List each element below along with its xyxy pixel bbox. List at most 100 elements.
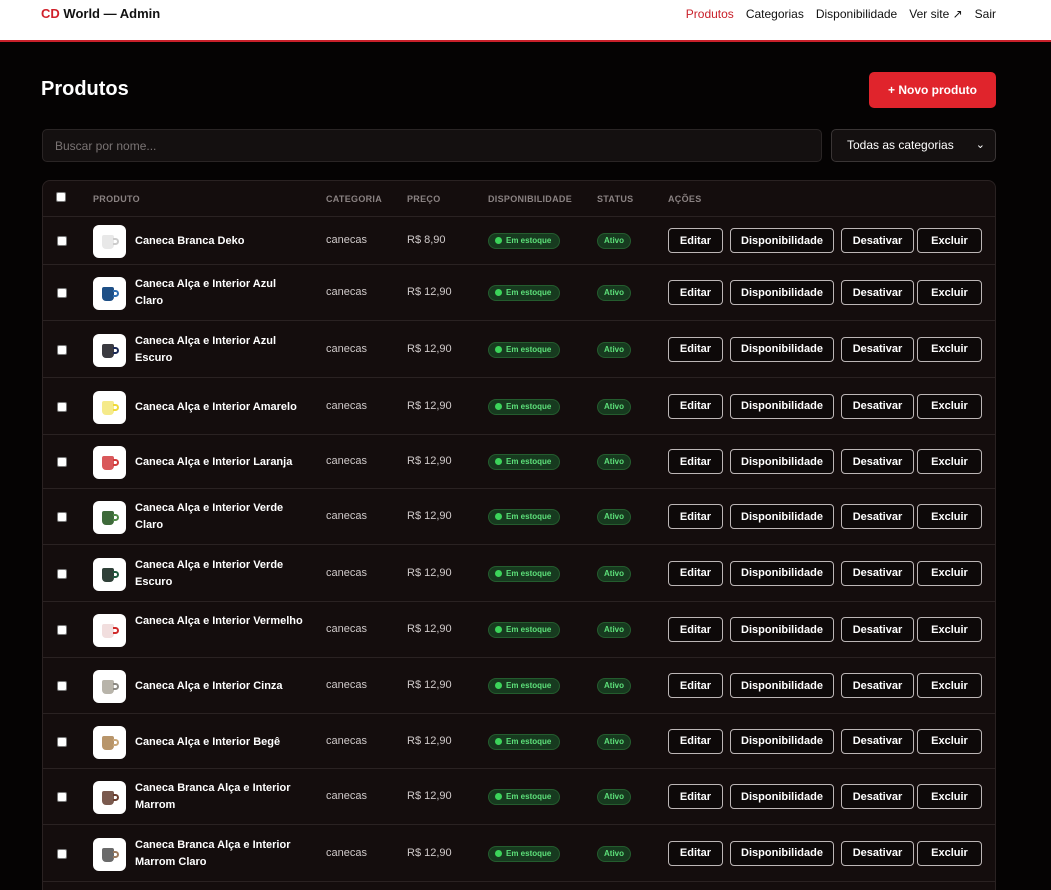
row-checkbox[interactable] bbox=[57, 457, 67, 467]
edit-button[interactable]: Editar bbox=[668, 673, 723, 698]
delete-button[interactable]: Excluir bbox=[917, 504, 982, 529]
nav-categorias[interactable]: Categorias bbox=[746, 7, 804, 21]
edit-button[interactable]: Editar bbox=[668, 617, 723, 642]
nav-ver-site[interactable]: Ver site ↗ bbox=[909, 7, 962, 21]
product-name[interactable]: Caneca Alça e Interior Vermelho bbox=[135, 613, 305, 630]
row-checkbox[interactable] bbox=[57, 625, 67, 635]
status-dot-icon bbox=[495, 345, 502, 353]
status-dot-icon bbox=[495, 626, 502, 633]
edit-button[interactable]: Editar bbox=[668, 280, 723, 305]
edit-button[interactable]: Editar bbox=[668, 393, 723, 419]
deactivate-button[interactable]: Desativar bbox=[841, 280, 914, 305]
status-badge: Ativo bbox=[597, 678, 631, 694]
status-badge: Ativo bbox=[597, 789, 631, 805]
delete-button[interactable]: Excluir bbox=[917, 393, 982, 419]
mug-handle-icon bbox=[113, 738, 119, 746]
deactivate-button[interactable]: Desativar bbox=[841, 449, 914, 474]
delete-button[interactable]: Excluir bbox=[917, 840, 982, 866]
product-name[interactable]: Caneca Alça e Interior Azul Escuro bbox=[135, 333, 305, 367]
category-select[interactable]: Todas as categorias ⌄ bbox=[831, 129, 996, 162]
availability-badge: Em estoque bbox=[488, 233, 561, 249]
deactivate-button[interactable]: Desativar bbox=[841, 560, 914, 586]
edit-button[interactable]: Editar bbox=[668, 449, 723, 474]
product-price: R$ 12,90 bbox=[407, 342, 452, 355]
product-name[interactable]: Caneca Alça e Interior Amarelo bbox=[135, 399, 305, 416]
search-input[interactable] bbox=[42, 129, 822, 162]
product-name[interactable]: Caneca Alça e Interior Begê bbox=[135, 734, 305, 751]
nav-disponibilidade[interactable]: Disponibilidade bbox=[816, 7, 897, 21]
availability-button[interactable]: Disponibilidade bbox=[730, 336, 834, 362]
deactivate-button[interactable]: Desativar bbox=[841, 393, 914, 419]
deactivate-button[interactable]: Desativar bbox=[841, 840, 914, 866]
deactivate-button[interactable]: Desativar bbox=[841, 504, 914, 529]
nav-sair[interactable]: Sair bbox=[975, 7, 996, 21]
availability-button[interactable]: Disponibilidade bbox=[730, 673, 834, 698]
main-nav: Produtos Categorias Disponibilidade Ver … bbox=[686, 7, 996, 21]
delete-button[interactable]: Excluir bbox=[917, 336, 982, 362]
row-checkbox[interactable] bbox=[57, 848, 67, 859]
deactivate-button[interactable]: Desativar bbox=[841, 228, 914, 253]
delete-button[interactable]: Excluir bbox=[917, 560, 982, 586]
delete-button[interactable]: Excluir bbox=[917, 280, 982, 305]
edit-button[interactable]: Editar bbox=[668, 728, 723, 754]
delete-button[interactable]: Excluir bbox=[917, 784, 982, 809]
status-dot-icon bbox=[495, 513, 502, 520]
availability-button[interactable]: Disponibilidade bbox=[730, 504, 834, 529]
availability-button[interactable]: Disponibilidade bbox=[730, 280, 834, 305]
row-checkbox[interactable] bbox=[57, 344, 67, 355]
product-category: canecas bbox=[326, 455, 367, 467]
edit-button[interactable]: Editar bbox=[668, 784, 723, 809]
status-badge: Ativo bbox=[597, 565, 631, 582]
row-checkbox[interactable] bbox=[57, 512, 67, 522]
select-all-checkbox[interactable] bbox=[56, 192, 66, 202]
product-name[interactable]: Caneca Alça e Interior Azul Claro bbox=[135, 276, 305, 310]
availability-button[interactable]: Disponibilidade bbox=[730, 393, 834, 419]
delete-button[interactable]: Excluir bbox=[917, 449, 982, 474]
edit-button[interactable]: Editar bbox=[668, 228, 723, 253]
product-name[interactable]: Caneca Alça e Interior Verde Claro bbox=[135, 500, 305, 534]
product-thumbnail bbox=[93, 670, 126, 703]
nav-produtos[interactable]: Produtos bbox=[686, 7, 734, 21]
edit-button[interactable]: Editar bbox=[668, 840, 723, 866]
row-checkbox[interactable] bbox=[57, 401, 67, 412]
availability-button[interactable]: Disponibilidade bbox=[730, 228, 834, 253]
availability-badge: Em estoque bbox=[488, 622, 561, 638]
row-checkbox[interactable] bbox=[57, 568, 67, 579]
product-name[interactable]: Caneca Branca Alça e Interior Marrom Cla… bbox=[135, 837, 305, 871]
row-checkbox[interactable] bbox=[57, 236, 67, 246]
availability-badge: Em estoque bbox=[488, 509, 561, 525]
edit-button[interactable]: Editar bbox=[668, 504, 723, 529]
deactivate-button[interactable]: Desativar bbox=[841, 617, 914, 642]
row-checkbox[interactable] bbox=[57, 736, 67, 747]
deactivate-button[interactable]: Desativar bbox=[841, 784, 914, 809]
deactivate-button[interactable]: Desativar bbox=[841, 673, 914, 698]
delete-button[interactable]: Excluir bbox=[917, 228, 982, 253]
delete-button[interactable]: Excluir bbox=[917, 617, 982, 642]
availability-button[interactable]: Disponibilidade bbox=[730, 784, 834, 809]
edit-button[interactable]: Editar bbox=[668, 560, 723, 586]
availability-button[interactable]: Disponibilidade bbox=[730, 449, 834, 474]
product-name[interactable]: Caneca Branca Alça e Interior Marrom bbox=[135, 780, 305, 814]
column-header-disponibilidade: DISPONIBILIDADE bbox=[488, 194, 573, 204]
availability-button[interactable]: Disponibilidade bbox=[730, 560, 834, 586]
deactivate-button[interactable]: Desativar bbox=[841, 336, 914, 362]
product-name[interactable]: Caneca Alça e Interior Laranja bbox=[135, 454, 305, 471]
column-header-status: STATUS bbox=[597, 194, 634, 204]
delete-button[interactable]: Excluir bbox=[917, 728, 982, 754]
product-name[interactable]: Caneca Alça e Interior Cinza bbox=[135, 678, 305, 695]
delete-button[interactable]: Excluir bbox=[917, 673, 982, 698]
brand-logo[interactable]: CD World — Admin bbox=[41, 6, 160, 21]
deactivate-button[interactable]: Desativar bbox=[841, 728, 914, 754]
new-product-button[interactable]: + Novo produto bbox=[869, 72, 996, 108]
row-checkbox[interactable] bbox=[57, 681, 67, 691]
availability-button[interactable]: Disponibilidade bbox=[730, 617, 834, 642]
product-name[interactable]: Caneca Branca Deko bbox=[135, 233, 305, 250]
availability-badge: Em estoque bbox=[488, 845, 561, 862]
status-dot-icon bbox=[495, 458, 502, 465]
product-name[interactable]: Caneca Alça e Interior Verde Escuro bbox=[135, 557, 305, 591]
row-checkbox[interactable] bbox=[57, 288, 67, 298]
availability-button[interactable]: Disponibilidade bbox=[730, 840, 834, 866]
row-checkbox[interactable] bbox=[57, 792, 67, 802]
edit-button[interactable]: Editar bbox=[668, 336, 723, 362]
availability-button[interactable]: Disponibilidade bbox=[730, 728, 834, 754]
